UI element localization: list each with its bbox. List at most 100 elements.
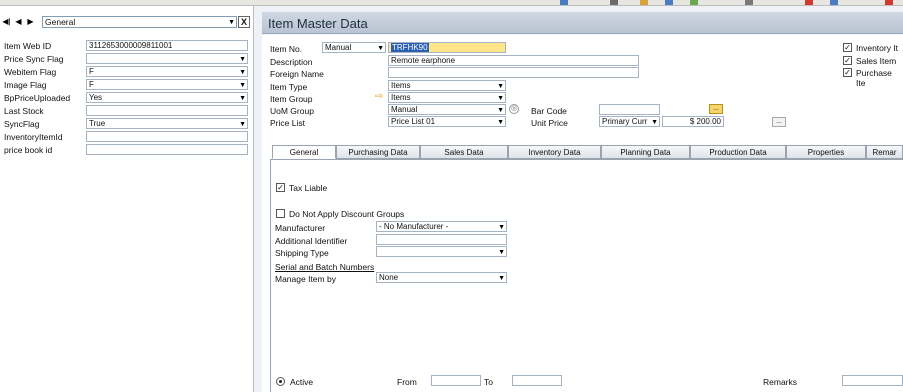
toolbar-icon[interactable] (640, 0, 648, 5)
toolbar-icon[interactable] (665, 0, 673, 5)
uom-group-select[interactable]: Manual ▼ (388, 104, 506, 115)
udf-label: Price Sync Flag (4, 54, 64, 64)
toolbar-icon[interactable] (610, 0, 618, 5)
toolbar-icon[interactable] (745, 0, 753, 5)
toolbar-icon[interactable] (560, 0, 568, 5)
manage-item-by-select[interactable]: None ▼ (376, 272, 507, 283)
tab-properties[interactable]: Properties (786, 145, 866, 159)
item-no-value: TRFHK90 (391, 43, 429, 52)
additional-identifier-input[interactable] (376, 234, 507, 245)
price-list-select[interactable]: Price List 01 ▼ (388, 116, 506, 127)
item-group-select[interactable]: Items ▼ (388, 92, 506, 103)
udf-select[interactable]: True ▼ (86, 118, 248, 129)
description-value: Remote earphone (391, 56, 456, 65)
udf-input[interactable]: 3112653000009811001 (86, 40, 248, 51)
udf-value: F (89, 67, 94, 76)
manufacturer-value: - No Manufacturer - (379, 222, 449, 231)
purchase-item-checkbox[interactable]: ✓ (843, 68, 852, 77)
info-icon[interactable]: ◎ (509, 104, 519, 114)
inventory-item-checkbox[interactable]: ✓ (843, 43, 852, 52)
remarks-input[interactable] (842, 375, 903, 386)
toolbar-icon[interactable] (830, 0, 838, 5)
tab-purchasing-data[interactable]: Purchasing Data (336, 145, 420, 159)
udf-row: Last Stock (4, 105, 252, 117)
to-date-input[interactable] (512, 375, 562, 386)
bar-code-input[interactable] (599, 104, 660, 115)
close-button[interactable]: X (238, 16, 250, 28)
udf-label: Image Flag (4, 80, 47, 90)
serial-batch-section-label: Serial and Batch Numbers (275, 262, 375, 272)
chevron-down-icon: ▼ (239, 69, 246, 76)
price-list-label: Price List (270, 118, 305, 128)
udf-label: SyncFlag (4, 119, 40, 129)
udf-row: Image Flag F ▼ (4, 79, 252, 91)
item-no-input[interactable]: TRFHK90 (388, 42, 506, 53)
from-date-input[interactable] (431, 375, 481, 386)
description-input[interactable]: Remote earphone (388, 55, 639, 66)
no-discount-checkbox[interactable] (276, 209, 285, 218)
toolbar-icon[interactable] (885, 0, 893, 5)
tab-production-data[interactable]: Production Data (690, 145, 786, 159)
tab-planning-data[interactable]: Planning Data (601, 145, 690, 159)
shipping-type-select[interactable]: ▼ (376, 246, 507, 257)
udf-select[interactable]: ▼ (86, 53, 248, 64)
tab-sales-data[interactable]: Sales Data (420, 145, 508, 159)
bar-code-browse-button[interactable]: ... (709, 104, 723, 114)
currency-select[interactable]: Primary Curr ▼ (599, 116, 660, 127)
first-record-icon[interactable]: ◀| (2, 16, 11, 28)
active-label: Active (290, 377, 314, 387)
manage-item-by-label: Manage Item by (275, 274, 336, 284)
chevron-down-icon: ▼ (497, 107, 504, 114)
foreign-name-input[interactable] (388, 67, 639, 78)
chevron-down-icon: ▼ (228, 19, 235, 26)
unit-price-input[interactable]: $ 200.00 (662, 116, 724, 127)
udf-label: BpPriceUploaded (4, 93, 71, 103)
unit-price-value: $ 200.00 (689, 117, 721, 126)
chevron-down-icon: ▼ (497, 83, 504, 90)
unit-price-browse-button[interactable]: ... (772, 117, 786, 127)
udf-label: price book id (4, 145, 53, 155)
no-discount-label: Do Not Apply Discount Groups (289, 209, 405, 219)
uom-group-value: Manual (391, 105, 418, 114)
chevron-down-icon: ▼ (498, 249, 505, 256)
from-label: From (397, 377, 417, 387)
udf-select[interactable]: F ▼ (86, 66, 248, 77)
chevron-down-icon: ▼ (377, 45, 384, 52)
udf-input[interactable] (86, 131, 248, 142)
tab-general[interactable]: General (272, 145, 336, 159)
item-type-select[interactable]: Items ▼ (388, 80, 506, 91)
chevron-down-icon: ▼ (239, 56, 246, 63)
udf-select[interactable]: Yes ▼ (86, 92, 248, 103)
udf-value: F (89, 80, 94, 89)
udf-value: Yes (89, 93, 103, 102)
window-title: Item Master Data (268, 16, 368, 31)
item-type-value: Items (391, 81, 411, 90)
udf-row: SyncFlag True ▼ (4, 118, 252, 130)
tab-remarks[interactable]: Remar (866, 145, 903, 159)
udf-input[interactable] (86, 105, 248, 116)
toolbar-icon[interactable] (690, 0, 698, 5)
udf-input[interactable] (86, 144, 248, 155)
tax-liable-checkbox[interactable]: ✓ (276, 183, 285, 192)
link-arrow-icon[interactable]: ⇨ (375, 91, 383, 102)
uom-group-label: UoM Group (270, 106, 314, 116)
manufacturer-select[interactable]: - No Manufacturer - ▼ (376, 221, 507, 232)
sales-item-checkbox[interactable]: ✓ (843, 56, 852, 65)
next-record-icon[interactable]: ▶ (26, 16, 35, 28)
item-group-value: Items (391, 93, 411, 102)
remarks-label: Remarks (763, 377, 798, 387)
item-group-label: Item Group (270, 94, 313, 104)
udf-value: 3112653000009811001 (89, 41, 173, 50)
user-defined-fields-panel: ◀| ◀ ▶ General ▼ X Item Web ID 311265300… (0, 6, 254, 392)
radio-dot-icon (279, 380, 282, 383)
active-radio[interactable] (276, 377, 285, 386)
udf-value: True (89, 119, 106, 128)
toolbar-icon[interactable] (805, 0, 813, 5)
prev-record-icon[interactable]: ◀ (14, 16, 23, 28)
tab-inventory-data[interactable]: Inventory Data (508, 145, 601, 159)
item-no-mode-select[interactable]: Manual ▼ (322, 42, 386, 53)
udf-category-select[interactable]: General ▼ (42, 16, 237, 28)
udf-category-value: General (45, 17, 76, 27)
udf-select[interactable]: F ▼ (86, 79, 248, 90)
udf-row: InventoryItemId (4, 131, 252, 143)
